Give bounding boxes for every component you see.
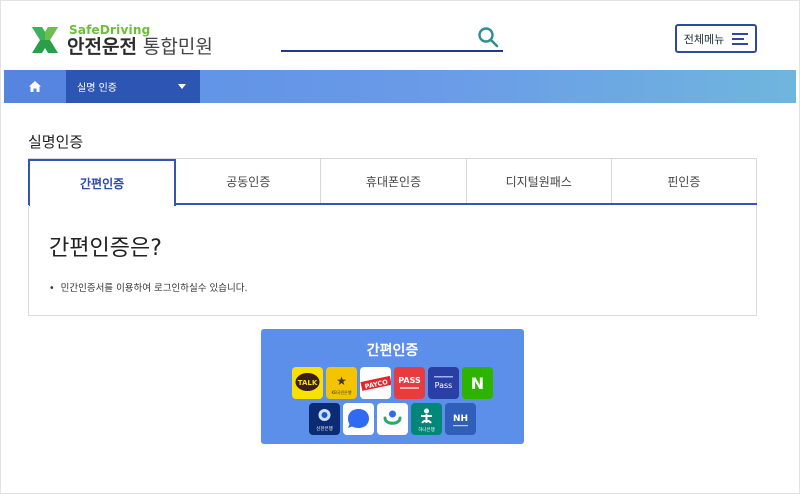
- info-bullet: 민간인증서를 이용하여 로그인하실수 있습니다.: [49, 280, 248, 294]
- kakao-provider-icon[interactable]: TALK: [292, 367, 323, 399]
- chevron-down-icon: [178, 84, 186, 89]
- gov-auth-icon: [383, 410, 402, 425]
- breadcrumb-current: 실명 인증: [77, 83, 117, 94]
- tab-joint-certificate[interactable]: 공동인증: [176, 159, 322, 203]
- nh-label: NH: [453, 414, 468, 424]
- search-icon[interactable]: [477, 26, 499, 48]
- search-input[interactable]: [281, 24, 471, 50]
- payco-provider-icon[interactable]: PAYCO: [360, 367, 391, 399]
- svg-text:★: ★: [336, 374, 347, 388]
- search-bar: [281, 24, 503, 52]
- page-title: 실명인증: [28, 133, 84, 151]
- auth-method-tabs: 간편인증 공동인증 휴대폰인증 디지털원패스 핀인증: [28, 158, 758, 206]
- hamburger-icon: [732, 32, 749, 45]
- nh-provider-icon[interactable]: NH: [445, 403, 476, 435]
- tab-digital-onepass[interactable]: 디지털원패스: [466, 159, 612, 203]
- kakao-talk-icon: TALK: [295, 373, 320, 391]
- kb-label: KB국민은행: [331, 389, 351, 395]
- pass-label: PASS: [398, 376, 421, 385]
- naver-provider-icon[interactable]: N: [462, 367, 493, 399]
- pass-provider-icon[interactable]: PASS: [394, 367, 425, 399]
- toss-provider-icon[interactable]: [343, 403, 374, 435]
- gov-provider-icon[interactable]: [377, 403, 408, 435]
- tab-phone-auth[interactable]: 휴대폰인증: [321, 159, 467, 203]
- home-button[interactable]: [4, 70, 66, 103]
- site-logo[interactable]: SafeDriving 안전운전 통합민원: [28, 23, 213, 57]
- full-menu-label: 전체메뉴: [683, 32, 725, 46]
- hana-label: 하나은행: [418, 426, 435, 433]
- kb-provider-icon[interactable]: ★ KB국민은행: [326, 367, 357, 399]
- payco-label: PAYCO: [364, 378, 389, 391]
- toss-bubble-icon: [348, 409, 369, 428]
- full-menu-button[interactable]: 전체메뉴: [675, 24, 757, 53]
- naver-icon: N: [471, 374, 484, 393]
- pass-icon: PASS: [398, 376, 421, 389]
- kakao-label: TALK: [298, 379, 318, 387]
- samsung-pass-icon: Pass: [434, 376, 453, 390]
- kb-star-icon: ★ KB국민은행: [331, 374, 351, 395]
- logo-english-text: SafeDriving: [69, 22, 151, 37]
- payco-icon: PAYCO: [360, 375, 391, 391]
- logo-main: 안전운전: [67, 35, 137, 58]
- simple-auth-button[interactable]: 간편인증 TALK ★ KB국민은행 PAYCO PASS Pass N 신한은…: [261, 329, 524, 444]
- shinhan-provider-icon[interactable]: 신한은행: [309, 403, 340, 435]
- hana-icon: 하나은행: [418, 408, 435, 433]
- naver-label: N: [471, 374, 484, 393]
- location-bar: 실명 인증: [4, 70, 796, 103]
- hana-provider-icon[interactable]: 하나은행: [411, 403, 442, 435]
- logo-sub: 통합민원: [142, 35, 213, 58]
- simple-auth-title: 간편인증: [366, 343, 419, 359]
- breadcrumb-dropdown[interactable]: 실명 인증: [66, 70, 200, 103]
- info-heading: 간편인증은?: [49, 236, 162, 261]
- logo-korean-text: 안전운전 통합민원: [67, 35, 213, 58]
- provider-row-2: 신한은행 하나은행 NH: [261, 403, 524, 435]
- logo-cross-icon: [32, 27, 58, 53]
- tab-simple-auth[interactable]: 간편인증: [28, 159, 177, 206]
- home-icon: [29, 81, 41, 92]
- samsung-pass-provider-icon[interactable]: Pass: [428, 367, 459, 399]
- samsung-pass-label: Pass: [435, 381, 453, 390]
- shinhan-icon: 신한은행: [316, 409, 333, 432]
- nh-icon: NH: [453, 414, 468, 427]
- info-box: 간편인증은? 민간인증서를 이용하여 로그인하실수 있습니다.: [28, 205, 757, 316]
- shinhan-label: 신한은행: [316, 425, 333, 432]
- provider-row-1: TALK ★ KB국민은행 PAYCO PASS Pass N: [261, 367, 524, 399]
- tab-pin-auth[interactable]: 핀인증: [611, 159, 758, 203]
